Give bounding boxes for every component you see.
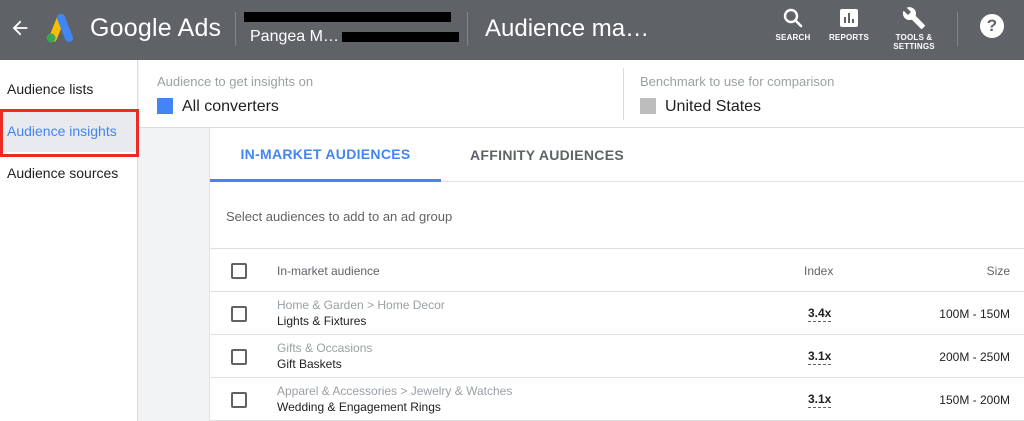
help-icon: ? (986, 16, 998, 35)
tools-settings-button[interactable]: TOOLS & SETTINGS (888, 6, 940, 54)
table-header: In-market audience Index Size (210, 248, 1024, 292)
help-button[interactable]: ? (980, 14, 1004, 38)
audience-category: Gifts & Occasions (277, 341, 373, 355)
select-audiences-hint: Select audiences to add to an ad group (226, 209, 453, 224)
tab-label: IN-MARKET AUDIENCES (240, 145, 411, 162)
audience-index[interactable]: 3.4x (808, 306, 832, 322)
audience-selection-bar: Audience to get insights on All converte… (139, 60, 1024, 128)
top-app-bar: Google Ads Pangea M… Audience ma… SEARCH… (0, 0, 1024, 60)
page-title: Audience ma… (485, 15, 650, 42)
redacted-account-id (342, 32, 459, 42)
wrench-icon (902, 7, 925, 29)
sidebar-item-label: Audience sources (7, 165, 119, 181)
search-label: SEARCH (775, 33, 811, 42)
column-header-audience: In-market audience (277, 264, 380, 278)
column-header-size[interactable]: Size (987, 264, 1010, 278)
row-checkbox[interactable] (231, 306, 247, 322)
selection-divider (623, 68, 624, 120)
reports-icon (840, 9, 858, 27)
tools-label-line1: TOOLS & (895, 33, 933, 42)
highlight-annotation-box (0, 109, 139, 157)
sidebar-item-audience-sources[interactable]: Audience sources (0, 152, 137, 194)
account-name: Pangea M… (250, 28, 339, 45)
audience-category: Home & Garden > Home Decor (277, 298, 445, 312)
header-divider (235, 12, 236, 46)
table-row: Gifts & Occasions Gift Baskets 3.1x 200M… (210, 335, 1024, 378)
back-button[interactable] (6, 14, 34, 42)
search-icon (783, 8, 803, 28)
reports-button[interactable]: REPORTS (827, 6, 871, 54)
tab-in-market-audiences[interactable]: IN-MARKET AUDIENCES (210, 128, 441, 182)
row-checkbox[interactable] (231, 392, 247, 408)
search-button[interactable]: SEARCH (774, 6, 812, 54)
benchmark-swatch (640, 98, 656, 114)
reports-label: REPORTS (828, 33, 870, 42)
select-all-checkbox[interactable] (231, 263, 247, 279)
benchmark-selector[interactable]: United States (665, 98, 761, 116)
tools-settings-label: TOOLS & SETTINGS (893, 33, 935, 51)
tab-label: AFFINITY AUDIENCES (470, 147, 624, 163)
audience-size: 200M - 250M (939, 350, 1010, 364)
audience-category: Apparel & Accessories > Jewelry & Watche… (277, 384, 513, 398)
table-row: Home & Garden > Home Decor Lights & Fixt… (210, 292, 1024, 335)
benchmark-label: Benchmark to use for comparison (640, 74, 835, 89)
arrow-back-icon (12, 20, 28, 36)
redacted-account-info (244, 12, 451, 22)
tools-label-line2: SETTINGS (893, 42, 935, 51)
audience-name: Gift Baskets (277, 357, 342, 371)
brand-name: Google Ads (90, 14, 222, 42)
column-header-index[interactable]: Index (804, 264, 833, 278)
audience-index[interactable]: 3.1x (808, 392, 832, 408)
tab-affinity-audiences[interactable]: AFFINITY AUDIENCES (441, 128, 653, 182)
header-divider (957, 12, 958, 46)
audience-name: Lights & Fixtures (277, 314, 367, 328)
audience-size: 150M - 200M (939, 393, 1010, 407)
audience-tabs: IN-MARKET AUDIENCES AFFINITY AUDIENCES (210, 128, 1024, 182)
row-checkbox[interactable] (231, 349, 247, 365)
header-divider (467, 12, 468, 46)
insights-audience-swatch (157, 98, 173, 114)
insights-audience-selector[interactable]: All converters (182, 98, 279, 116)
audience-insights-card: IN-MARKET AUDIENCES AFFINITY AUDIENCES S… (209, 128, 1024, 421)
sidebar-item-audience-lists[interactable]: Audience lists (0, 68, 137, 110)
sidebar-item-label: Audience lists (7, 81, 94, 97)
audience-index[interactable]: 3.1x (808, 349, 832, 365)
audience-size: 100M - 150M (939, 307, 1010, 321)
google-ads-logo-icon (46, 14, 73, 43)
audience-name: Wedding & Engagement Rings (277, 400, 441, 414)
table-row: Apparel & Accessories > Jewelry & Watche… (210, 378, 1024, 421)
account-selector[interactable]: Pangea M… (244, 10, 465, 50)
insights-audience-label: Audience to get insights on (157, 74, 314, 89)
